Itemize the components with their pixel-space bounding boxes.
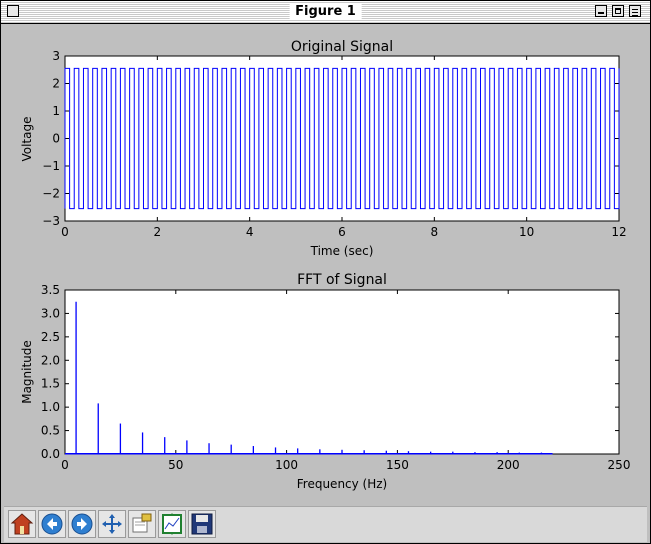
y-tick-label: 0.5: [41, 424, 60, 438]
axes-2-ylabel: Magnitude: [20, 340, 34, 404]
x-tick-label: 0: [61, 458, 69, 472]
window-title: Figure 1: [289, 3, 362, 20]
y-tick-label: 2.0: [41, 353, 60, 367]
y-tick-label: 3.5: [41, 283, 60, 297]
x-tick-label: 6: [338, 225, 346, 239]
y-tick-label: 2: [52, 77, 60, 91]
y-tick-label: −3: [42, 214, 60, 228]
x-tick-label: 50: [168, 458, 183, 472]
y-tick-label: −2: [42, 187, 60, 201]
axes-1-ylabel: Voltage: [20, 116, 34, 161]
pan-button[interactable]: [98, 510, 126, 538]
x-tick-label: 200: [497, 458, 520, 472]
x-tick-label: 4: [246, 225, 254, 239]
y-tick-label: 1.5: [41, 377, 60, 391]
y-tick-label: 3.0: [41, 306, 60, 320]
home-icon: [10, 513, 34, 535]
axes-2-xlabel: Frequency (Hz): [297, 477, 388, 491]
x-tick-label: 0: [61, 225, 69, 239]
signal-line: [64, 67, 620, 210]
axes-1-title: Original Signal: [291, 39, 393, 55]
forward-button[interactable]: [68, 510, 96, 538]
x-tick-label: 150: [386, 458, 409, 472]
save-icon: [191, 513, 213, 535]
zoom-rect-icon: [132, 513, 152, 533]
y-tick-label: 0.0: [41, 447, 60, 461]
y-tick-label: 1.0: [41, 400, 60, 414]
x-tick-label: 250: [608, 458, 631, 472]
shade-icon[interactable]: [629, 5, 641, 17]
x-tick-label: 100: [275, 458, 298, 472]
back-arrow-icon: [41, 513, 63, 535]
y-tick-label: 1: [52, 104, 60, 118]
x-tick-label: 12: [611, 225, 626, 239]
axes-2-frame: [64, 289, 620, 455]
axes-1-xlabel: Time (sec): [310, 244, 374, 258]
x-tick-label: 2: [154, 225, 162, 239]
home-button[interactable]: [8, 510, 36, 538]
figure-window: Figure 1 Original Signal Time (sec) Volt…: [0, 0, 651, 544]
y-tick-label: 3: [52, 49, 60, 63]
y-tick-label: −1: [42, 159, 60, 173]
window-menu-icon[interactable]: [7, 5, 19, 17]
figure-canvas: Original Signal Time (sec) Voltage 0 2 4 6 8…: [4, 24, 647, 506]
navigation-toolbar: [4, 506, 647, 542]
original-signal-axes: Original Signal Time (sec) Voltage 0 2 4 6 8…: [20, 39, 627, 258]
forward-arrow-icon: [71, 513, 93, 535]
minimize-icon[interactable]: [595, 5, 607, 17]
fft-axes: FFT of Signal Frequency (Hz) Magnitude 0…: [20, 272, 630, 491]
x-tick-label: 10: [519, 225, 534, 239]
back-button[interactable]: [38, 510, 66, 538]
title-bar[interactable]: Figure 1: [1, 1, 650, 24]
plots-svg: Original Signal Time (sec) Voltage 0 2 4 6 8…: [20, 39, 630, 491]
y-tick-label: 2.5: [41, 330, 60, 344]
save-button[interactable]: [188, 510, 216, 538]
zoom-button[interactable]: [128, 510, 156, 538]
y-tick-label: 0: [52, 132, 60, 146]
axes-2-title: FFT of Signal: [297, 272, 387, 288]
subplots-button[interactable]: [158, 510, 186, 538]
maximize-icon[interactable]: [612, 5, 624, 17]
x-tick-label: 8: [431, 225, 439, 239]
move-icon: [102, 514, 122, 534]
subplots-icon: [162, 513, 182, 535]
